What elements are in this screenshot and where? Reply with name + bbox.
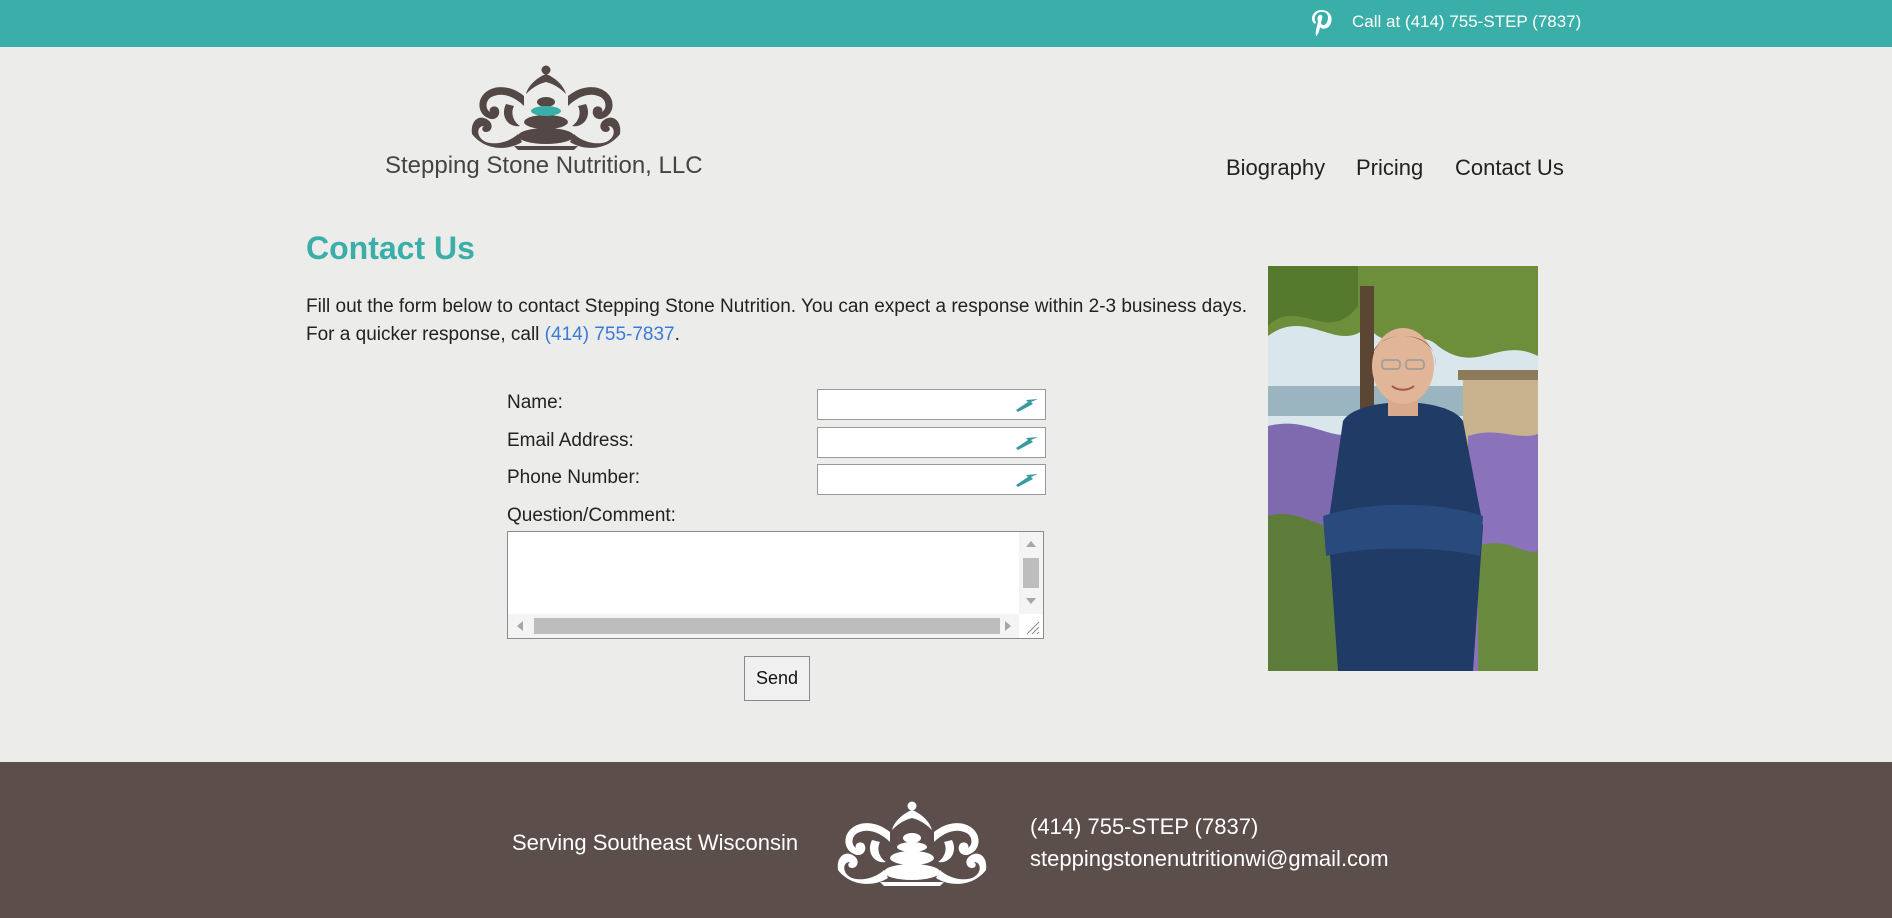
comment-label: Question/Comment:: [507, 505, 676, 526]
phone-link[interactable]: (414) 755-7837: [545, 324, 675, 345]
autofill-icon: [1016, 474, 1038, 487]
intro-period: .: [674, 324, 680, 345]
brand-name[interactable]: Stepping Stone Nutrition, LLC: [385, 152, 703, 180]
top-bar: Call at (414) 755-STEP (7837): [0, 0, 1892, 47]
resize-grip-icon: [1026, 621, 1040, 635]
send-button[interactable]: Send: [744, 656, 810, 701]
email-input[interactable]: [817, 427, 1046, 458]
scroll-down-arrow-icon[interactable]: [1026, 598, 1036, 605]
phone-label: Phone Number:: [507, 467, 641, 488]
nutritionist-photo: [1268, 266, 1538, 671]
name-label: Name:: [507, 392, 563, 413]
autofill-icon: [1016, 437, 1038, 450]
page-title: Contact Us: [306, 230, 475, 266]
resize-grip[interactable]: [1019, 614, 1043, 638]
comment-textarea[interactable]: [507, 531, 1044, 639]
footer-phone[interactable]: (414) 755-STEP (7837): [1030, 814, 1258, 840]
scroll-right-arrow-icon[interactable]: [1005, 621, 1012, 631]
vertical-scroll-thumb[interactable]: [1023, 558, 1039, 588]
stepping-stone-logo[interactable]: [466, 64, 626, 150]
scroll-up-arrow-icon[interactable]: [1026, 540, 1036, 547]
call-phone-text: Call at (414) 755-STEP (7837): [1352, 12, 1582, 31]
intro-body: Fill out the form below to contact Stepp…: [306, 296, 1248, 345]
nav-pricing[interactable]: Pricing: [1356, 155, 1423, 181]
nav-biography[interactable]: Biography: [1226, 155, 1325, 181]
nav-contact-us[interactable]: Contact Us: [1455, 155, 1564, 181]
intro-text: Fill out the form below to contact Stepp…: [306, 293, 1266, 349]
pinterest-icon[interactable]: [1309, 9, 1333, 37]
footer-logo: [837, 801, 987, 886]
scroll-left-arrow-icon[interactable]: [516, 621, 523, 631]
service-area-text: Serving Southeast Wisconsin: [512, 830, 799, 855]
phone-input[interactable]: [817, 464, 1046, 495]
horizontal-scrollbar[interactable]: [508, 614, 1020, 638]
autofill-icon: [1016, 399, 1038, 412]
horizontal-scroll-thumb[interactable]: [534, 618, 1000, 634]
vertical-scrollbar[interactable]: [1019, 532, 1043, 616]
email-label: Email Address:: [507, 430, 634, 451]
name-input[interactable]: [817, 389, 1046, 420]
footer-email[interactable]: steppingstonenutritionwi@gmail.com: [1030, 846, 1389, 872]
